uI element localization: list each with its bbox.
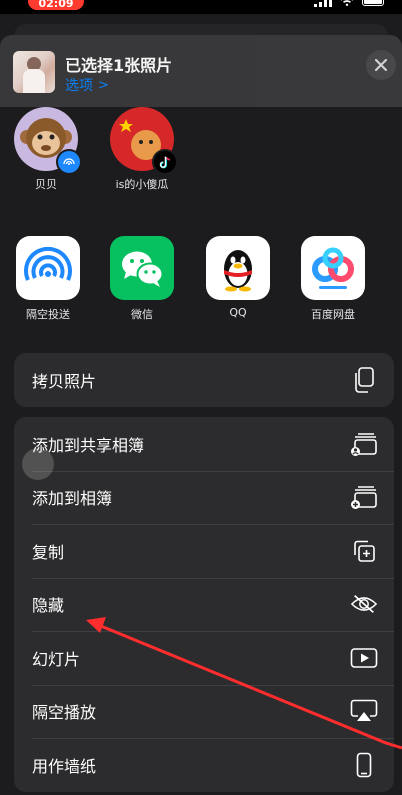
options-label: 选项 xyxy=(65,78,93,94)
app-airdrop[interactable]: 隔空投送 xyxy=(10,236,86,322)
share-sheet-header: 已选择1张照片 选项 > xyxy=(0,35,402,107)
app-label: 隔空投送 xyxy=(26,308,70,321)
row-label: 隐藏 xyxy=(32,596,65,616)
eye-slash-icon xyxy=(350,590,378,618)
add-album-icon xyxy=(350,483,378,511)
use-as-wallpaper-button[interactable]: 用作墙纸 xyxy=(14,738,394,792)
qq-icon xyxy=(206,236,270,300)
add-to-shared-album-button[interactable]: 添加到共享相簿 xyxy=(14,417,394,471)
airdrop-badge-icon xyxy=(56,149,82,175)
airplay-button[interactable]: 隔空播放 xyxy=(14,684,394,739)
baidu-netdisk-icon xyxy=(301,236,365,300)
flag-avatar-icon xyxy=(110,107,178,175)
airplay-icon xyxy=(350,697,378,725)
action-group-copy: 拷贝照片 xyxy=(14,353,394,407)
contact-beibei[interactable]: 贝贝 xyxy=(8,107,84,192)
monkey-avatar-icon xyxy=(14,107,82,175)
hide-button[interactable]: 隐藏 xyxy=(14,577,394,632)
duplicate-button[interactable]: 复制 xyxy=(14,524,394,578)
battery-icon xyxy=(362,0,384,6)
tiktok-badge-icon xyxy=(152,149,178,175)
row-label: 幻灯片 xyxy=(32,649,81,669)
duplicate-icon xyxy=(350,537,378,565)
status-icons xyxy=(314,0,384,7)
close-button[interactable] xyxy=(366,50,396,80)
selection-title: 已选择1张照片 xyxy=(65,56,173,75)
chevron-right-icon: > xyxy=(98,77,109,93)
slideshow-icon xyxy=(350,644,378,672)
app-wechat[interactable]: 微信 xyxy=(104,236,180,322)
contact-name: is的小傻瓜 xyxy=(115,178,169,191)
row-label: 隔空播放 xyxy=(32,703,97,723)
airdrop-icon xyxy=(16,236,80,300)
touch-indicator xyxy=(22,448,54,480)
app-baidu-netdisk[interactable]: 百度网盘 xyxy=(295,236,371,322)
status-bar: 02:09 xyxy=(0,0,402,14)
copy-photo-icon xyxy=(350,366,378,394)
slideshow-button[interactable]: 幻灯片 xyxy=(14,631,394,685)
row-label: 复制 xyxy=(32,542,65,562)
cellular-signal-icon xyxy=(314,0,332,7)
copy-photo-button[interactable]: 拷贝照片 xyxy=(14,353,394,407)
phone-wallpaper-icon xyxy=(350,751,378,779)
contact-name: 贝贝 xyxy=(35,178,57,191)
wifi-icon xyxy=(341,0,353,6)
row-label: 添加到相簿 xyxy=(32,489,113,509)
shared-album-icon xyxy=(350,430,378,458)
add-to-album-button[interactable]: 添加到相簿 xyxy=(14,470,394,525)
options-link[interactable]: 选项 > xyxy=(65,75,109,95)
app-label: 微信 xyxy=(131,308,153,321)
app-label: 百度网盘 xyxy=(311,308,355,321)
row-label: 拷贝照片 xyxy=(32,371,97,391)
app-qq[interactable]: QQ xyxy=(200,236,276,319)
action-group-main: 添加到共享相簿 添加到相簿 复制 隐藏 幻灯片 隔空播放 用作墙纸 xyxy=(14,417,394,792)
photo-thumbnail xyxy=(13,51,55,93)
row-label: 用作墙纸 xyxy=(32,756,97,776)
wechat-icon xyxy=(110,236,174,300)
app-label: QQ xyxy=(229,306,247,319)
close-icon xyxy=(375,59,387,71)
contact-is-xiaoshagua[interactable]: is的小傻瓜 xyxy=(104,107,180,192)
status-time: 02:09 xyxy=(28,0,84,10)
